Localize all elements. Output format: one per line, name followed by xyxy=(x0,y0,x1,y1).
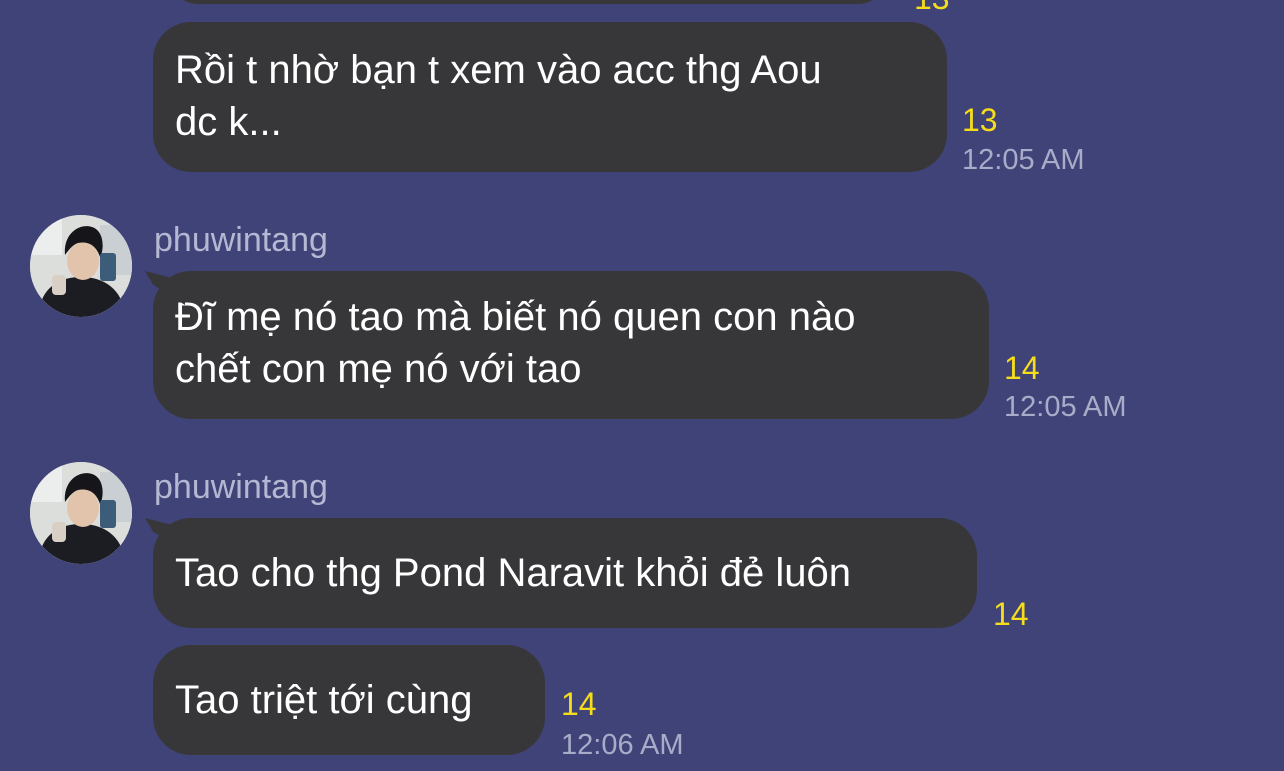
message-time: 12:05 AM xyxy=(1004,391,1127,423)
message-text-line: Tao cho thg Pond Naravit khỏi đẻ luôn xyxy=(175,551,851,595)
read-count: 13 xyxy=(962,102,998,138)
message-text-line: dc k... xyxy=(175,100,282,144)
message-bubble-partial[interactable] xyxy=(168,0,888,4)
avatar[interactable] xyxy=(30,215,132,317)
message-text-line: Đĩ mẹ nó tao mà biết nó quen con nào xyxy=(175,295,856,339)
message-time: 12:06 AM xyxy=(561,729,684,761)
user-photo-icon xyxy=(30,215,132,317)
user-photo-icon xyxy=(30,462,132,564)
chat-view[interactable]: 13 Rồi t nhờ bạn t xem vào acc thg Aou d… xyxy=(0,0,1284,771)
message-bubble[interactable]: Đĩ mẹ nó tao mà biết nó quen con nào chế… xyxy=(153,271,989,419)
message-bubble[interactable]: Tao triệt tới cùng xyxy=(153,645,545,755)
message-bubble[interactable]: Tao cho thg Pond Naravit khỏi đẻ luôn xyxy=(153,518,977,628)
message-bubble[interactable]: Rồi t nhờ bạn t xem vào acc thg Aou dc k… xyxy=(153,22,947,172)
sender-name: phuwintang xyxy=(154,468,328,506)
read-count: 14 xyxy=(1004,350,1040,386)
message-text-line: Rồi t nhờ bạn t xem vào acc thg Aou xyxy=(175,48,822,92)
read-count: 14 xyxy=(561,686,597,722)
avatar[interactable] xyxy=(30,462,132,564)
read-count: 14 xyxy=(993,596,1029,632)
read-count: 13 xyxy=(914,0,950,16)
message-text-line: Tao triệt tới cùng xyxy=(175,678,473,722)
message-time: 12:05 AM xyxy=(962,144,1085,176)
sender-name: phuwintang xyxy=(154,221,328,259)
message-text-line: chết con mẹ nó với tao xyxy=(175,347,582,391)
